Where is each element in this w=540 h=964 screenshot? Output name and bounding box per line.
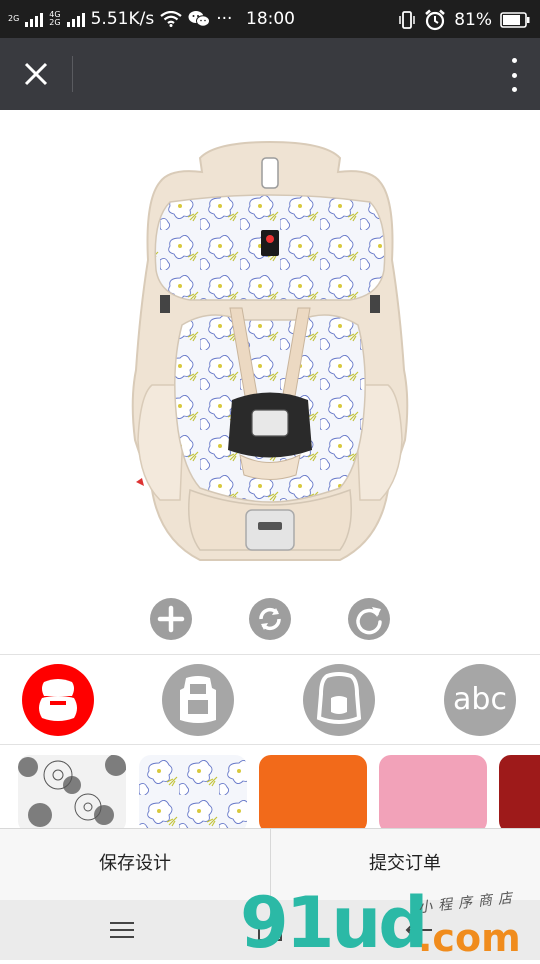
tool-row [0,596,540,646]
submit-order-button[interactable]: 提交订单 [270,829,540,901]
battery-icon [500,12,530,28]
car-seat-image [131,140,409,561]
swatch-pink[interactable] [379,755,487,829]
network-speed: 5.51K/s [90,9,155,29]
action-bar: 保存设计 提交订单 [0,828,540,901]
signal-icon-2 [66,11,85,27]
seat-front-part-button[interactable] [162,664,234,736]
rotate-button[interactable] [249,598,291,640]
back-icon[interactable] [404,918,434,942]
sim2-label: 4G 2G [49,10,61,27]
system-nav-bar [0,900,540,960]
redo-icon [356,607,382,635]
alarm-icon [425,9,446,31]
add-button[interactable] [150,598,192,640]
seat-back-part-button[interactable] [303,664,375,736]
gray-flower-pattern [18,755,126,829]
clock: 18:00 [246,9,295,29]
seat-cushion-part-button[interactable] [22,664,94,736]
wifi-icon [160,11,182,27]
pattern-swatches [0,745,540,829]
part-selector: abc [0,656,540,744]
overflow-dots: ··· [216,9,233,29]
swatch-gray-flower[interactable] [18,755,126,829]
redo-button[interactable] [348,598,390,640]
battery-percent: 81% [454,10,492,30]
vibrate-icon [399,11,415,29]
seat-back-icon [316,672,362,724]
wechat-icon [188,11,211,27]
text-part-button[interactable]: abc [444,664,516,736]
home-icon[interactable] [256,916,284,942]
seat-cushion-icon [39,679,77,721]
more-vertical-icon [511,58,517,63]
sim1-label: 2G [8,14,20,23]
status-bar: 2G 4G 2G 5.51K/s ··· 18:00 81% [0,0,540,38]
swatch-orange[interactable] [259,755,367,829]
add-icon [157,605,185,633]
toolbar-divider [72,56,73,92]
save-design-button[interactable]: 保存设计 [0,829,270,901]
more-button[interactable] [508,58,520,92]
close-button[interactable] [18,56,54,92]
swatch-blue-floral[interactable] [139,755,247,829]
top-bar [0,38,540,110]
seat-front-icon [180,676,216,723]
signal-icon [25,11,44,27]
blue-yellow-floral-pattern [139,755,247,829]
close-icon [24,62,48,86]
rotate-icon [259,607,281,631]
product-preview [0,110,540,590]
separator-tools [0,654,540,655]
menu-icon[interactable] [108,920,136,940]
swatch-dark-red[interactable] [499,755,540,829]
